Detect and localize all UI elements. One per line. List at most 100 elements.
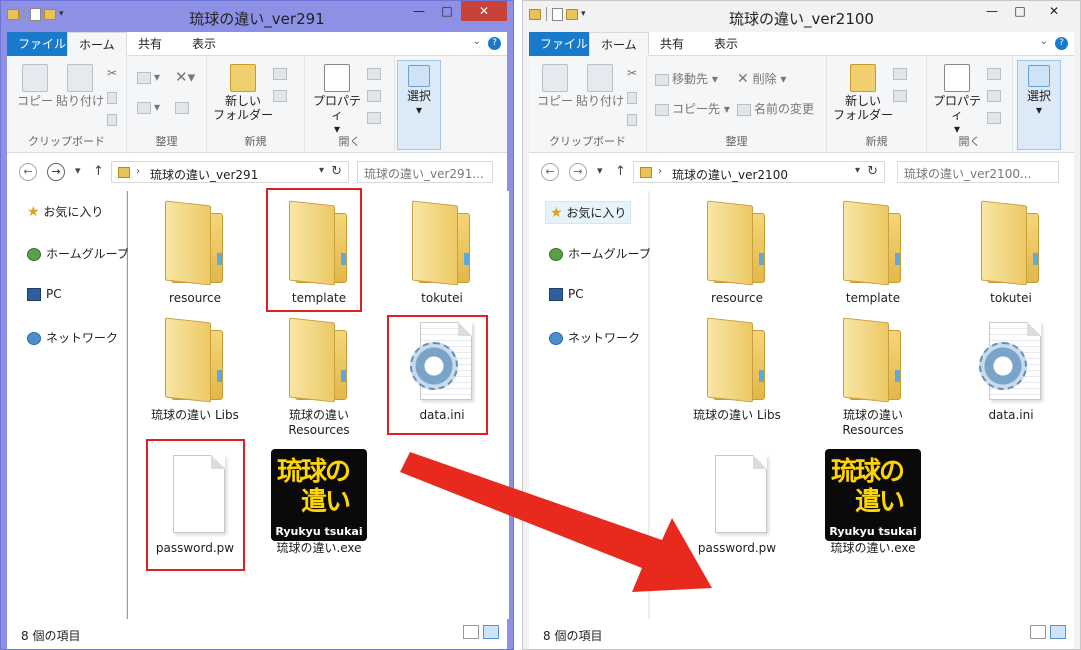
close-button[interactable]: ✕ bbox=[461, 1, 507, 21]
nav-item-network[interactable]: ネットワーク bbox=[549, 329, 640, 346]
edit-icon[interactable] bbox=[367, 88, 384, 102]
copy-to-button[interactable]: コピー先 ▾ bbox=[655, 100, 730, 117]
copy-to-button[interactable]: ▾ bbox=[137, 100, 160, 114]
forward-button[interactable]: → bbox=[47, 163, 65, 181]
list-item[interactable]: password.pw bbox=[682, 449, 792, 556]
list-item[interactable]: 琉球の違い Libs bbox=[140, 316, 250, 423]
chevron-down-icon[interactable]: ⌄ bbox=[473, 36, 481, 47]
details-view-icon[interactable] bbox=[1030, 625, 1046, 639]
recent-dropdown-icon[interactable]: ▾ bbox=[597, 164, 603, 177]
list-item[interactable]: 琉球の違い Resources bbox=[264, 316, 374, 438]
large-icons-view-icon[interactable] bbox=[483, 625, 499, 639]
rename-icon[interactable] bbox=[175, 100, 192, 114]
easy-access-icon[interactable] bbox=[273, 88, 290, 102]
list-item[interactable]: data.ini bbox=[956, 316, 1066, 423]
history-icon[interactable] bbox=[987, 110, 1004, 124]
list-item[interactable]: 琉球の違い Libs bbox=[682, 316, 792, 423]
address-bar[interactable]: › 琉球の違い_ver2100 ▾ ↻ bbox=[633, 161, 885, 183]
nav-item-network[interactable]: ネットワーク bbox=[27, 329, 118, 346]
search-input[interactable]: 琉球の違い_ver291... bbox=[357, 161, 493, 183]
list-item[interactable]: 琉球の 遣い Ryukyu tsukai 琉球の違い.exe bbox=[818, 449, 928, 556]
item-label-line2: Resources bbox=[842, 423, 904, 437]
close-button[interactable]: ✕ bbox=[1034, 1, 1074, 21]
paste-shortcut-icon[interactable] bbox=[107, 112, 120, 126]
rename-button[interactable]: 名前の変更 bbox=[737, 100, 814, 117]
paste-shortcut-icon[interactable] bbox=[627, 112, 640, 126]
address-dropdown-icon[interactable]: ▾ bbox=[855, 165, 860, 176]
list-item[interactable]: resource bbox=[140, 199, 250, 306]
move-to-button[interactable]: 移動先 ▾ bbox=[655, 70, 718, 87]
chevron-down-icon[interactable]: ⌄ bbox=[1040, 36, 1048, 47]
open-icon[interactable] bbox=[987, 66, 1004, 80]
help-icon[interactable]: ? bbox=[1055, 37, 1068, 50]
tab-view[interactable]: 表示 bbox=[703, 32, 749, 56]
copy-button[interactable]: コピー bbox=[15, 64, 55, 108]
history-icon[interactable] bbox=[367, 110, 384, 124]
paste-button[interactable]: 貼り付け bbox=[55, 64, 105, 108]
nav-item-homegroup[interactable]: ホームグループ bbox=[549, 245, 651, 262]
open-icon[interactable] bbox=[367, 66, 384, 80]
minimize-button[interactable]: — bbox=[978, 1, 1006, 21]
minimize-button[interactable]: — bbox=[405, 1, 433, 21]
paste-button[interactable]: 貼り付け bbox=[575, 64, 625, 108]
nav-item-pc[interactable]: PC bbox=[27, 287, 62, 301]
new-item-icon[interactable] bbox=[893, 66, 910, 80]
refresh-icon[interactable]: ↻ bbox=[331, 164, 342, 179]
copy-path-icon[interactable] bbox=[107, 90, 120, 104]
up-button[interactable]: ↑ bbox=[615, 164, 626, 179]
tab-share[interactable]: 共有 bbox=[127, 32, 173, 56]
delete-button[interactable]: ✕ 削除 ▾ bbox=[737, 70, 786, 87]
nav-item-pc[interactable]: PC bbox=[549, 287, 584, 301]
address-dropdown-icon[interactable]: ▾ bbox=[319, 165, 324, 176]
large-icons-view-icon[interactable] bbox=[1050, 625, 1066, 639]
star-icon: ★ bbox=[550, 205, 563, 221]
cut-icon[interactable]: ✂ bbox=[627, 66, 637, 80]
select-button[interactable]: 選択 ▾ bbox=[397, 60, 441, 150]
list-item[interactable]: template bbox=[818, 199, 928, 306]
new-folder-button[interactable]: 新しい フォルダー bbox=[833, 64, 893, 122]
search-input[interactable]: 琉球の違い_ver2100... bbox=[897, 161, 1059, 183]
tab-share[interactable]: 共有 bbox=[649, 32, 695, 56]
network-icon bbox=[27, 332, 41, 345]
new-item-icon[interactable] bbox=[273, 66, 290, 80]
list-item[interactable]: 琉球の違い Resources bbox=[818, 316, 928, 438]
list-item[interactable]: 琉球の 遣い Ryukyu tsukai 琉球の違い.exe bbox=[264, 449, 374, 556]
recent-dropdown-icon[interactable]: ▾ bbox=[75, 164, 81, 177]
cut-icon[interactable]: ✂ bbox=[107, 66, 117, 80]
tab-view[interactable]: 表示 bbox=[181, 32, 227, 56]
item-label-line2: Resources bbox=[288, 423, 350, 437]
tab-home[interactable]: ホーム bbox=[589, 32, 649, 56]
edit-icon[interactable] bbox=[987, 88, 1004, 102]
up-button[interactable]: ↑ bbox=[93, 164, 104, 179]
list-item[interactable]: resource bbox=[682, 199, 792, 306]
list-item[interactable]: tokutei bbox=[956, 199, 1066, 306]
copy-path-icon[interactable] bbox=[627, 90, 640, 104]
nav-item-homegroup[interactable]: ホームグループ bbox=[27, 245, 129, 262]
maximize-button[interactable]: □ bbox=[1006, 1, 1034, 21]
nav-label: PC bbox=[46, 287, 62, 301]
easy-access-icon[interactable] bbox=[893, 88, 910, 102]
back-button[interactable]: ← bbox=[19, 163, 37, 181]
back-button[interactable]: ← bbox=[541, 163, 559, 181]
forward-button[interactable]: → bbox=[569, 163, 587, 181]
breadcrumb-separator-icon[interactable]: › bbox=[658, 166, 662, 177]
properties-button[interactable]: プロパティ ▾ bbox=[309, 64, 365, 136]
help-icon[interactable]: ? bbox=[488, 37, 501, 50]
maximize-button[interactable]: □ bbox=[433, 1, 461, 21]
move-to-button[interactable]: ▾ bbox=[137, 70, 160, 84]
copy-button[interactable]: コピー bbox=[535, 64, 575, 108]
refresh-icon[interactable]: ↻ bbox=[867, 164, 878, 179]
nav-item-favorites[interactable]: ★ お気に入り bbox=[545, 201, 632, 224]
list-item[interactable]: tokutei bbox=[387, 199, 497, 306]
new-folder-button[interactable]: 新しい フォルダー bbox=[213, 64, 273, 122]
details-view-icon[interactable] bbox=[463, 625, 479, 639]
tab-home[interactable]: ホーム bbox=[67, 32, 127, 56]
nav-item-favorites[interactable]: ★ お気に入り bbox=[27, 203, 103, 220]
breadcrumb-separator-icon[interactable]: › bbox=[136, 166, 140, 177]
address-bar[interactable]: › 琉球の違い_ver291 ▾ ↻ bbox=[111, 161, 349, 183]
properties-button[interactable]: プロパティ ▾ bbox=[929, 64, 985, 136]
delete-icon[interactable]: ✕▾ bbox=[175, 68, 195, 86]
select-button[interactable]: 選択 ▾ bbox=[1017, 60, 1061, 150]
highlight-template bbox=[266, 188, 362, 312]
delete-label: 削除 bbox=[752, 72, 777, 86]
